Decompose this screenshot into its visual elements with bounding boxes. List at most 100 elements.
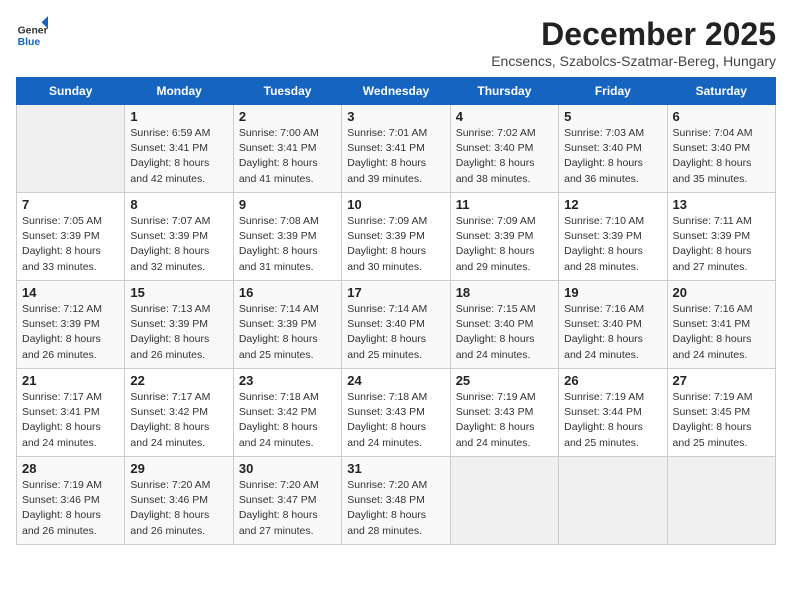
calendar-cell: 22 Sunrise: 7:17 AM Sunset: 3:42 PM Dayli…	[125, 369, 233, 457]
calendar-week-2: 7Sunrise: 7:05 AM Sunset: 3:39 PM Daylig…	[17, 193, 776, 281]
day-number: 14	[22, 285, 119, 300]
day-info: Sunrise: 7:18 AM Sunset: 3:43 PM Dayligh…	[347, 390, 444, 451]
day-info: Sunrise: 7:07 AM Sunset: 3:39 PM Dayligh…	[130, 214, 227, 275]
calendar-cell: 27 Sunrise: 7:19 AM Sunset: 3:45 PM Dayli…	[667, 369, 775, 457]
day-number: 13	[673, 197, 770, 212]
day-number: 28	[22, 461, 119, 476]
svg-text:Blue: Blue	[18, 37, 41, 48]
calendar-cell: 18 Sunrise: 7:15 AM Sunset: 3:40 PM Dayli…	[450, 281, 558, 369]
calendar-cell: 25Sunrise: 7:19 AM Sunset: 3:43 PM Dayli…	[450, 369, 558, 457]
day-info: Sunrise: 7:10 AM Sunset: 3:39 PM Dayligh…	[564, 214, 661, 275]
day-number: 2	[239, 109, 336, 124]
calendar-cell: 28 Sunrise: 7:19 AM Sunset: 3:46 PM Dayli…	[17, 457, 125, 545]
weekday-header-tuesday: Tuesday	[233, 78, 341, 105]
calendar-cell: 10 Sunrise: 7:09 AM Sunset: 3:39 PM Dayli…	[342, 193, 450, 281]
day-number: 27	[673, 373, 770, 388]
calendar-cell: 23 Sunrise: 7:18 AM Sunset: 3:42 PM Dayli…	[233, 369, 341, 457]
weekday-header-row: SundayMondayTuesdayWednesdayThursdayFrid…	[17, 78, 776, 105]
day-info: Sunrise: 7:14 AM Sunset: 3:39 PM Dayligh…	[239, 302, 336, 363]
day-info: Sunrise: 7:15 AM Sunset: 3:40 PM Dayligh…	[456, 302, 553, 363]
calendar-cell: 5 Sunrise: 7:03 AM Sunset: 3:40 PM Daylig…	[559, 105, 667, 193]
calendar-cell	[450, 457, 558, 545]
logo: General Blue	[16, 16, 52, 48]
svg-text:General: General	[18, 26, 48, 37]
calendar-cell: 13 Sunrise: 7:11 AM Sunset: 3:39 PM Dayli…	[667, 193, 775, 281]
title-block: December 2025 Encsencs, Szabolcs-Szatmar…	[491, 16, 776, 69]
page-header: General Blue December 2025 Encsencs, Sza…	[16, 16, 776, 69]
day-info: Sunrise: 7:17 AM Sunset: 3:41 PM Dayligh…	[22, 390, 119, 451]
calendar-cell: 8 Sunrise: 7:07 AM Sunset: 3:39 PM Daylig…	[125, 193, 233, 281]
day-number: 8	[130, 197, 227, 212]
weekday-header-monday: Monday	[125, 78, 233, 105]
calendar-cell	[559, 457, 667, 545]
calendar-cell: 19 Sunrise: 7:16 AM Sunset: 3:40 PM Dayli…	[559, 281, 667, 369]
day-number: 19	[564, 285, 661, 300]
calendar-cell: 26Sunrise: 7:19 AM Sunset: 3:44 PM Dayli…	[559, 369, 667, 457]
day-number: 26	[564, 373, 661, 388]
weekday-header-friday: Friday	[559, 78, 667, 105]
calendar-week-5: 28 Sunrise: 7:19 AM Sunset: 3:46 PM Dayli…	[17, 457, 776, 545]
day-info: Sunrise: 7:11 AM Sunset: 3:39 PM Dayligh…	[673, 214, 770, 275]
calendar-cell: 2 Sunrise: 7:00 AM Sunset: 3:41 PM Daylig…	[233, 105, 341, 193]
calendar-table: SundayMondayTuesdayWednesdayThursdayFrid…	[16, 77, 776, 545]
day-number: 25	[456, 373, 553, 388]
calendar-cell: 12 Sunrise: 7:10 AM Sunset: 3:39 PM Dayli…	[559, 193, 667, 281]
day-info: Sunrise: 7:16 AM Sunset: 3:40 PM Dayligh…	[564, 302, 661, 363]
day-info: Sunrise: 7:05 AM Sunset: 3:39 PM Dayligh…	[22, 214, 119, 275]
calendar-cell: 11 Sunrise: 7:09 AM Sunset: 3:39 PM Dayli…	[450, 193, 558, 281]
weekday-header-wednesday: Wednesday	[342, 78, 450, 105]
day-number: 20	[673, 285, 770, 300]
weekday-header-sunday: Sunday	[17, 78, 125, 105]
calendar-week-1: 1 Sunrise: 6:59 AM Sunset: 3:41 PM Daylig…	[17, 105, 776, 193]
day-info: Sunrise: 7:19 AM Sunset: 3:45 PM Dayligh…	[673, 390, 770, 451]
calendar-body: 1 Sunrise: 6:59 AM Sunset: 3:41 PM Daylig…	[17, 105, 776, 545]
day-info: Sunrise: 7:01 AM Sunset: 3:41 PM Dayligh…	[347, 126, 444, 187]
day-info: Sunrise: 7:18 AM Sunset: 3:42 PM Dayligh…	[239, 390, 336, 451]
calendar-cell: 4 Sunrise: 7:02 AM Sunset: 3:40 PM Daylig…	[450, 105, 558, 193]
day-info: Sunrise: 7:00 AM Sunset: 3:41 PM Dayligh…	[239, 126, 336, 187]
location-title: Encsencs, Szabolcs-Szatmar-Bereg, Hungar…	[491, 53, 776, 69]
day-info: Sunrise: 7:19 AM Sunset: 3:46 PM Dayligh…	[22, 478, 119, 539]
day-number: 17	[347, 285, 444, 300]
calendar-cell: 20Sunrise: 7:16 AM Sunset: 3:41 PM Dayli…	[667, 281, 775, 369]
logo-icon: General Blue	[16, 16, 48, 48]
calendar-cell: 30Sunrise: 7:20 AM Sunset: 3:47 PM Dayli…	[233, 457, 341, 545]
month-title: December 2025	[491, 16, 776, 53]
day-number: 12	[564, 197, 661, 212]
day-number: 16	[239, 285, 336, 300]
day-number: 4	[456, 109, 553, 124]
day-number: 10	[347, 197, 444, 212]
day-info: Sunrise: 7:20 AM Sunset: 3:46 PM Dayligh…	[130, 478, 227, 539]
day-number: 22	[130, 373, 227, 388]
calendar-cell: 6Sunrise: 7:04 AM Sunset: 3:40 PM Daylig…	[667, 105, 775, 193]
day-number: 3	[347, 109, 444, 124]
weekday-header-saturday: Saturday	[667, 78, 775, 105]
day-info: Sunrise: 7:09 AM Sunset: 3:39 PM Dayligh…	[347, 214, 444, 275]
day-info: Sunrise: 7:03 AM Sunset: 3:40 PM Dayligh…	[564, 126, 661, 187]
calendar-cell	[17, 105, 125, 193]
day-info: Sunrise: 7:20 AM Sunset: 3:47 PM Dayligh…	[239, 478, 336, 539]
calendar-cell: 17 Sunrise: 7:14 AM Sunset: 3:40 PM Dayli…	[342, 281, 450, 369]
day-number: 5	[564, 109, 661, 124]
day-number: 31	[347, 461, 444, 476]
day-number: 24	[347, 373, 444, 388]
day-number: 6	[673, 109, 770, 124]
day-info: Sunrise: 7:09 AM Sunset: 3:39 PM Dayligh…	[456, 214, 553, 275]
calendar-cell: 9 Sunrise: 7:08 AM Sunset: 3:39 PM Daylig…	[233, 193, 341, 281]
calendar-cell: 7Sunrise: 7:05 AM Sunset: 3:39 PM Daylig…	[17, 193, 125, 281]
day-number: 21	[22, 373, 119, 388]
day-number: 18	[456, 285, 553, 300]
calendar-cell	[667, 457, 775, 545]
day-info: Sunrise: 7:02 AM Sunset: 3:40 PM Dayligh…	[456, 126, 553, 187]
day-info: Sunrise: 7:08 AM Sunset: 3:39 PM Dayligh…	[239, 214, 336, 275]
day-number: 9	[239, 197, 336, 212]
day-info: Sunrise: 7:20 AM Sunset: 3:48 PM Dayligh…	[347, 478, 444, 539]
calendar-week-4: 21 Sunrise: 7:17 AM Sunset: 3:41 PM Dayli…	[17, 369, 776, 457]
day-info: Sunrise: 7:17 AM Sunset: 3:42 PM Dayligh…	[130, 390, 227, 451]
calendar-cell: 1 Sunrise: 6:59 AM Sunset: 3:41 PM Daylig…	[125, 105, 233, 193]
day-number: 23	[239, 373, 336, 388]
day-info: Sunrise: 7:14 AM Sunset: 3:40 PM Dayligh…	[347, 302, 444, 363]
day-info: Sunrise: 6:59 AM Sunset: 3:41 PM Dayligh…	[130, 126, 227, 187]
day-number: 11	[456, 197, 553, 212]
day-number: 1	[130, 109, 227, 124]
